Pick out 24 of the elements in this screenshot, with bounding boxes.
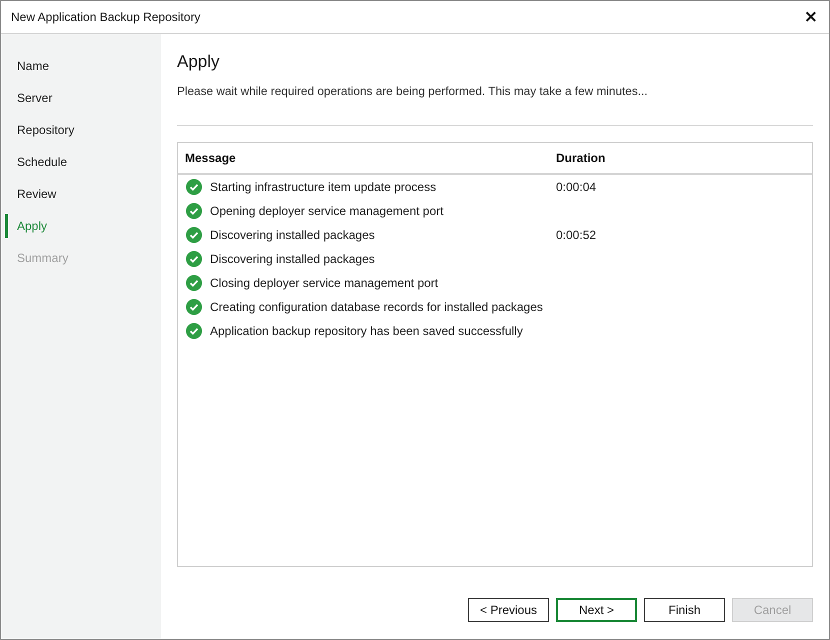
log-message: Discovering installed packages xyxy=(210,252,375,266)
log-message: Starting infrastructure item update process xyxy=(210,180,436,194)
window-title: New Application Backup Repository xyxy=(11,10,200,24)
wizard-button[interactable]: < Previous xyxy=(468,598,549,622)
wizard-step[interactable]: Schedule xyxy=(5,150,161,174)
page-description: Please wait while required operations are being performed. This may take a few minutes... xyxy=(177,84,649,98)
duration-text: 0:00:52 xyxy=(556,228,596,242)
wizard-step[interactable]: Name xyxy=(5,54,161,78)
wizard-step[interactable]: Review xyxy=(5,182,161,206)
wizard-step[interactable]: Repository xyxy=(5,118,161,142)
log-message: Application backup repository has been saved successfully xyxy=(210,324,523,338)
wizard-step[interactable]: Server xyxy=(5,86,161,110)
wizard-button[interactable]: Next > xyxy=(556,598,637,622)
wizard-button[interactable]: Finish xyxy=(644,598,725,622)
wizard-step[interactable]: Apply xyxy=(5,214,161,238)
page-heading: Apply xyxy=(177,51,221,73)
log-message: Closing deployer service management port xyxy=(210,276,438,290)
duration-text: 0:00:04 xyxy=(556,180,596,194)
column-header[interactable]: Message xyxy=(178,151,556,165)
column-header[interactable]: Duration xyxy=(556,151,812,165)
log-message: Creating configuration database records for installed packages xyxy=(210,300,543,314)
log-message: Opening deployer service management port xyxy=(210,204,444,218)
close-button[interactable]: × xyxy=(802,8,820,26)
log-message: Discovering installed packages xyxy=(210,228,375,242)
